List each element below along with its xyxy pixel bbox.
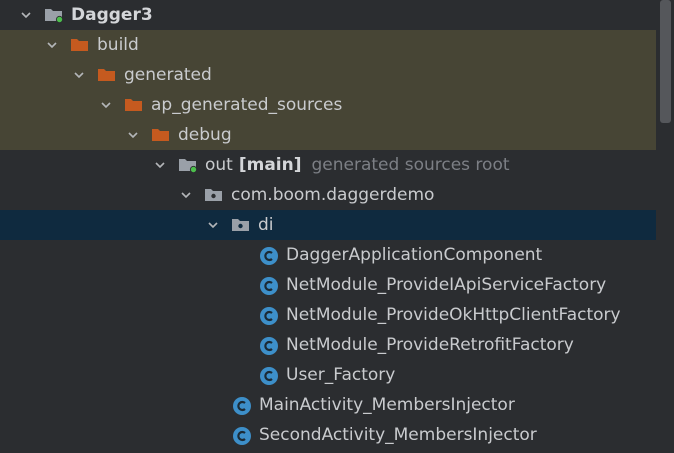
- tree-node-label: MainActivity_MembersInjector: [259, 395, 515, 415]
- vertical-scrollbar[interactable]: [660, 0, 671, 453]
- tree-node-class[interactable]: NetModule_ProvideRetrofitFactory: [0, 330, 656, 360]
- tree-node-label: com.boom.daggerdemo: [231, 185, 435, 205]
- chevron-down-icon[interactable]: [20, 9, 32, 21]
- tree-node-label: ap_generated_sources: [151, 95, 343, 115]
- tree-node-label: debug: [178, 125, 232, 145]
- chevron-down-icon[interactable]: [73, 69, 85, 81]
- chevron-down-icon[interactable]: [127, 129, 139, 141]
- tree-node-generated[interactable]: generated: [0, 60, 656, 90]
- chevron-down-icon[interactable]: [100, 99, 112, 111]
- project-tree: Dagger3 build generated ap_generated_sou…: [0, 0, 656, 450]
- tree-node-ap-generated-sources[interactable]: ap_generated_sources: [0, 90, 656, 120]
- tree-node-class[interactable]: MainActivity_MembersInjector: [0, 390, 656, 420]
- excluded-folder-icon: [70, 36, 90, 54]
- tree-node-label: di: [258, 215, 274, 235]
- tree-node-label: NetModule_ProvideRetrofitFactory: [286, 335, 574, 355]
- class-icon: [259, 366, 279, 385]
- tree-node-class[interactable]: SecondActivity_MembersInjector: [0, 420, 656, 450]
- package-icon: [204, 186, 224, 204]
- tree-node-label: NetModule_ProvideOkHttpClientFactory: [286, 305, 621, 325]
- package-icon: [231, 216, 251, 234]
- generated-root-folder-icon: [178, 156, 198, 174]
- module-suffix: [main]: [238, 155, 302, 175]
- tree-node-label: build: [97, 35, 139, 55]
- tree-node-out[interactable]: out [main] generated sources root: [0, 150, 656, 180]
- class-icon: [259, 306, 279, 325]
- scrollbar-thumb[interactable]: [660, 0, 671, 123]
- tree-node-class[interactable]: User_Factory: [0, 360, 656, 390]
- chevron-down-icon[interactable]: [207, 219, 219, 231]
- tree-node-build[interactable]: build: [0, 30, 656, 60]
- tree-node-label: out: [205, 155, 233, 175]
- tree-node-class[interactable]: NetModule_ProvideOkHttpClientFactory: [0, 300, 656, 330]
- excluded-folder-icon: [97, 66, 117, 84]
- class-icon: [232, 396, 252, 415]
- class-icon: [259, 246, 279, 265]
- tree-node-project[interactable]: Dagger3: [0, 0, 656, 30]
- tree-node-label: SecondActivity_MembersInjector: [259, 425, 537, 445]
- class-icon: [232, 426, 252, 445]
- project-folder-icon: [44, 6, 64, 24]
- tree-node-class[interactable]: DaggerApplicationComponent: [0, 240, 656, 270]
- tree-node-label: NetModule_ProvideIApiServiceFactory: [286, 275, 607, 295]
- tree-node-debug[interactable]: debug: [0, 120, 656, 150]
- tree-node-class[interactable]: NetModule_ProvideIApiServiceFactory: [0, 270, 656, 300]
- source-root-hint: generated sources root: [311, 155, 510, 175]
- tree-node-label: generated: [124, 65, 212, 85]
- tree-node-label: User_Factory: [286, 365, 396, 385]
- excluded-folder-icon: [124, 96, 144, 114]
- chevron-down-icon[interactable]: [46, 39, 58, 51]
- class-icon: [259, 336, 279, 355]
- excluded-folder-icon: [151, 126, 171, 144]
- tree-node-label: Dagger3: [71, 5, 153, 25]
- tree-node-label: DaggerApplicationComponent: [286, 245, 543, 265]
- chevron-down-icon[interactable]: [154, 159, 166, 171]
- tree-node-package[interactable]: com.boom.daggerdemo: [0, 180, 656, 210]
- class-icon: [259, 276, 279, 295]
- tree-node-di[interactable]: di: [0, 210, 656, 240]
- chevron-down-icon[interactable]: [180, 189, 192, 201]
